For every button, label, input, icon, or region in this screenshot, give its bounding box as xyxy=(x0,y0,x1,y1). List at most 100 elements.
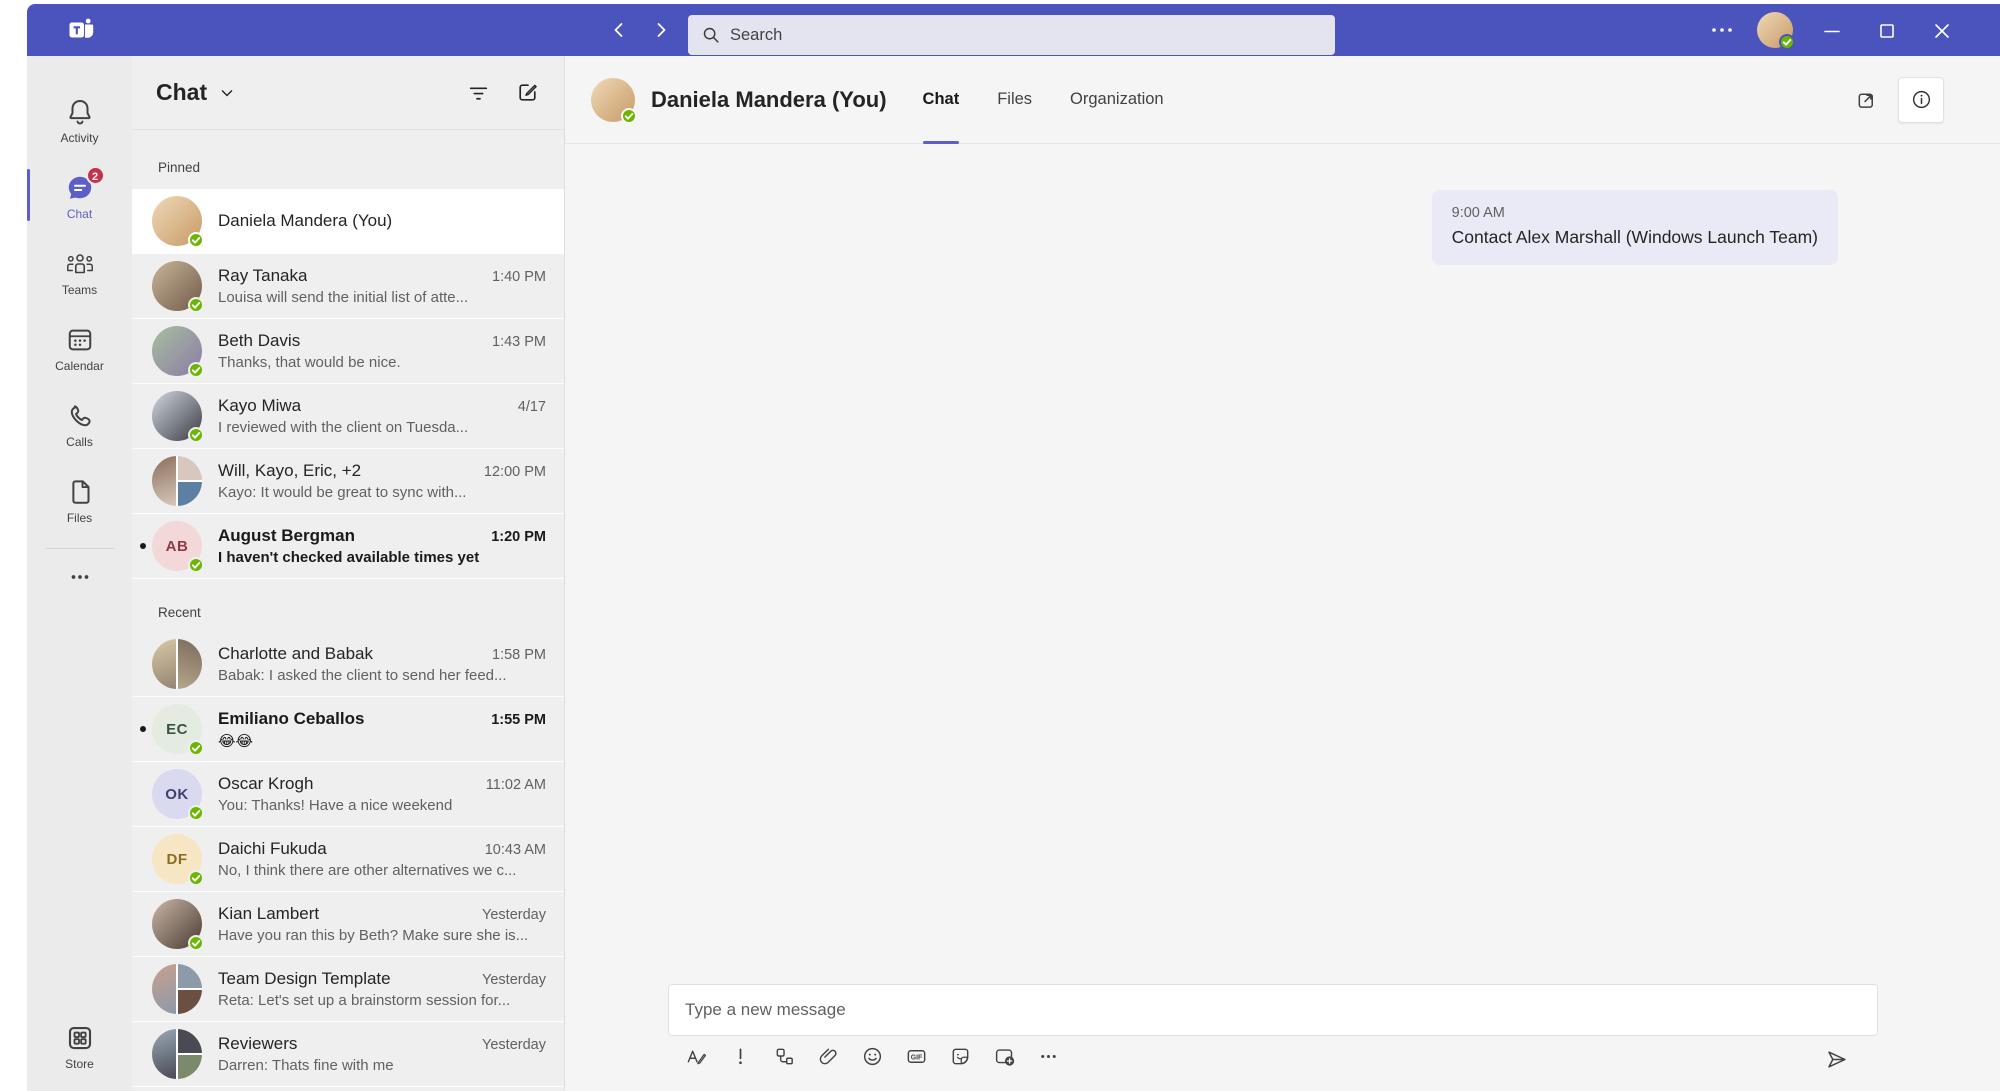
chat-time: Yesterday xyxy=(482,907,546,923)
avatar xyxy=(152,261,204,313)
avatar xyxy=(152,326,204,378)
chat-preview: No, I think there are other alternatives… xyxy=(218,862,517,879)
sidebar-item-store[interactable]: Store xyxy=(27,1011,132,1081)
video-clip-icon[interactable] xyxy=(993,1045,1016,1068)
attach-icon[interactable] xyxy=(817,1045,840,1068)
new-chat-icon[interactable] xyxy=(515,80,540,105)
minimize-icon[interactable] xyxy=(1821,20,1843,42)
calls-icon xyxy=(65,401,95,431)
avatar xyxy=(152,391,204,443)
chat-time: Yesterday xyxy=(482,972,546,988)
chat-list-item[interactable]: Daniela Mandera (You) xyxy=(132,189,564,254)
more-options-icon[interactable] xyxy=(1705,18,1739,42)
presence-badge xyxy=(188,557,204,573)
sidebar-item-calendar[interactable]: Calendar xyxy=(27,310,132,386)
chat-panel-header: Chat xyxy=(132,56,564,130)
avatar xyxy=(152,899,204,951)
send-icon[interactable] xyxy=(1823,1046,1850,1073)
back-icon[interactable] xyxy=(607,18,631,42)
chat-list-item[interactable]: Kian Lambert Yesterday Have you ran this b… xyxy=(132,892,564,957)
chat-preview: Babak: I asked the client to send her fe… xyxy=(218,667,507,684)
chat-list-item[interactable]: Reviewers Yesterday Darren: Thats fine wit… xyxy=(132,1022,564,1087)
chat-name: Reviewers xyxy=(218,1034,298,1053)
chat-preview: Darren: Thats fine with me xyxy=(218,1057,394,1074)
presence-badge xyxy=(188,870,204,886)
info-button[interactable] xyxy=(1898,76,1944,123)
section-label: Pinned xyxy=(158,160,201,175)
more-icon xyxy=(67,564,93,590)
chat-preview: 😂😂 xyxy=(218,732,254,750)
popout-icon[interactable] xyxy=(1855,88,1878,111)
group-avatar xyxy=(152,639,202,689)
chat-name: Kayo Miwa xyxy=(218,396,302,415)
message-text: Contact Alex Marshall (Windows Launch Te… xyxy=(1451,227,1818,247)
presence-badge xyxy=(188,805,204,821)
chat-list-item[interactable]: Will, Kayo, Eric, +2 12:00 PM Kayo: It wou… xyxy=(132,449,564,514)
chat-list-item[interactable]: OK Oscar Krogh 11:02 AM You: Thanks! Have a… xyxy=(132,762,564,827)
group-avatar xyxy=(152,456,202,506)
sidebar-more-button[interactable] xyxy=(27,555,132,599)
chat-preview: Kayo: It would be great to sync with... xyxy=(218,484,467,501)
tab-files[interactable]: Files xyxy=(997,56,1032,143)
section-label: Recent xyxy=(158,605,201,620)
chat-list-item[interactable]: Kayo Miwa 4/17 I reviewed with the client … xyxy=(132,384,564,449)
sidebar-item-activity[interactable]: Activity xyxy=(27,82,132,158)
search-input[interactable] xyxy=(688,15,1335,55)
tab-organization[interactable]: Organization xyxy=(1070,56,1164,143)
chat-time: 1:40 PM xyxy=(492,269,546,285)
filter-icon[interactable] xyxy=(466,80,491,105)
chat-list-item[interactable]: Ray Tanaka 1:40 PM Louisa will send the in… xyxy=(132,254,564,319)
chat-list-item[interactable]: Beth Davis 1:43 PM Thanks, that would be n… xyxy=(132,319,564,384)
chat-preview: Thanks, that would be nice. xyxy=(218,354,401,371)
rail-divider xyxy=(45,548,114,549)
chat-list-item[interactable]: DF Daichi Fukuda 10:43 AM No, I think there… xyxy=(132,827,564,892)
group-avatar xyxy=(152,1029,202,1079)
chat-name: Daniela Mandera (You) xyxy=(218,211,393,230)
sticker-icon[interactable] xyxy=(949,1045,972,1068)
forward-icon[interactable] xyxy=(649,18,673,42)
sidebar-item-files[interactable]: Files xyxy=(27,462,132,538)
chat-list-item[interactable]: EC Emiliano Ceballos 1:55 PM 😂😂 xyxy=(132,697,564,762)
unread-dot xyxy=(140,543,146,549)
unread-badge: 2 xyxy=(85,165,105,185)
chat-list-item[interactable]: AB August Bergman 1:20 PM I haven't checked… xyxy=(132,514,564,579)
presence-badge xyxy=(621,107,637,124)
priority-icon[interactable] xyxy=(729,1045,752,1068)
chat-name: Beth Davis xyxy=(218,331,301,350)
chat-preview: Have you ran this by Beth? Make sure she… xyxy=(218,927,529,944)
chat-panel: Chat Pinned Daniela Mandera (You) Ray Tana… xyxy=(132,56,565,1091)
sidebar-item-chat[interactable]: 2 Chat xyxy=(27,158,132,234)
conversation-pane: Daniela Mandera (You) Chat Files Organizat… xyxy=(565,56,2000,1091)
tab-chat[interactable]: Chat xyxy=(922,56,959,144)
chat-preview: Reta: Let's set up a brainstorm session … xyxy=(218,992,511,1009)
presence-badge xyxy=(188,232,204,248)
chat-time: 1:20 PM xyxy=(491,529,546,545)
chat-list-item[interactable]: Charlotte and Babak 1:58 PM Babak: I asked… xyxy=(132,632,564,697)
chat-list-item[interactable]: Team Design Template Yesterday Reta: Let's… xyxy=(132,957,564,1022)
loop-icon[interactable] xyxy=(773,1045,796,1068)
close-icon[interactable] xyxy=(1931,20,1953,42)
avatar: EC xyxy=(152,704,204,756)
chat-name: Kian Lambert xyxy=(218,904,320,923)
chat-time: 1:43 PM xyxy=(492,334,546,350)
chat-preview: Louisa will send the initial list of att… xyxy=(218,289,469,306)
gif-icon[interactable]: GIF xyxy=(905,1045,928,1068)
presence-badge xyxy=(1779,34,1795,50)
store-icon xyxy=(65,1023,95,1053)
presence-badge xyxy=(188,935,204,951)
sidebar-item-calls[interactable]: Calls xyxy=(27,386,132,462)
maximize-icon[interactable] xyxy=(1876,20,1898,42)
format-icon[interactable] xyxy=(685,1045,708,1068)
emoji-icon[interactable] xyxy=(861,1045,884,1068)
chevron-down-icon[interactable] xyxy=(217,83,237,103)
unread-dot xyxy=(140,726,146,732)
chat-time: 4/17 xyxy=(517,399,546,415)
message-input[interactable] xyxy=(668,984,1878,1036)
sidebar-item-teams[interactable]: Teams xyxy=(27,234,132,310)
title-bar xyxy=(27,4,2000,56)
chat-list: Pinned Daniela Mandera (You) Ray Tanaka 1:4… xyxy=(132,130,564,1087)
profile-avatar[interactable] xyxy=(1757,12,1795,50)
app-rail: Activity 2 Chat Teams Calendar Calls Files Sto… xyxy=(27,56,132,1091)
chat-time: 12:00 PM xyxy=(483,464,546,480)
more-icon[interactable] xyxy=(1037,1045,1060,1068)
